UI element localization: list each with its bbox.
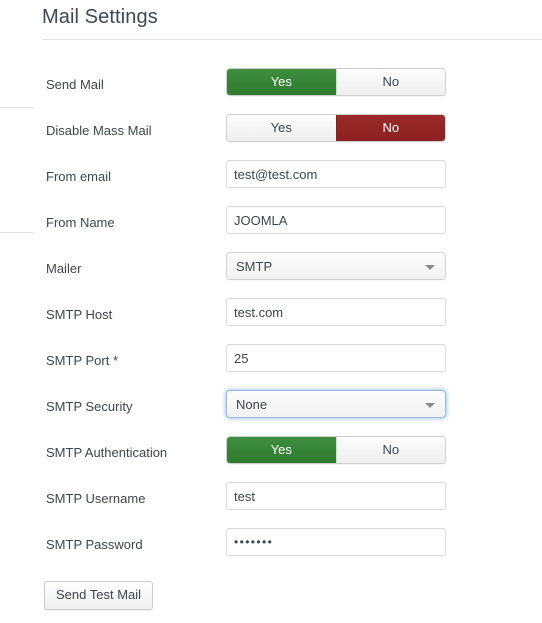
form-row-smtp-password: SMTP Password <box>0 522 542 568</box>
form-row-mailer: Mailer SMTP <box>0 246 542 292</box>
title-divider <box>42 39 542 40</box>
input-smtp-username[interactable] <box>226 482 446 510</box>
form-row-smtp-host: SMTP Host <box>0 292 542 338</box>
send-test-mail-button[interactable]: Send Test Mail <box>44 581 154 610</box>
select-mailer[interactable]: SMTP <box>226 252 446 280</box>
toggle-yes-smtp-authentication[interactable]: Yes <box>227 437 336 463</box>
label-from-email: From email <box>46 169 112 184</box>
label-smtp-host: SMTP Host <box>46 307 113 322</box>
chevron-down-icon <box>425 265 435 270</box>
form-row-disable-mass-mail: Disable Mass Mail Yes No <box>0 108 542 154</box>
control-smtp-host <box>226 298 446 326</box>
control-smtp-port <box>226 344 446 372</box>
label-disable-mass-mail: Disable Mass Mail <box>46 123 152 138</box>
input-smtp-port[interactable] <box>226 344 446 372</box>
control-smtp-password <box>226 528 446 556</box>
mail-settings-page: Mail Settings Send Mail Yes No Disable Mass… <box>0 0 542 623</box>
mail-settings-form: Send Mail Yes No Disable Mass Mail Yes No From… <box>0 62 542 568</box>
label-smtp-password: SMTP Password <box>46 537 143 552</box>
form-row-smtp-authentication: SMTP Authentication Yes No <box>0 430 542 476</box>
chevron-down-icon <box>425 403 435 408</box>
label-smtp-security: SMTP Security <box>46 399 133 414</box>
select-smtp-security[interactable]: None <box>226 390 446 418</box>
label-mailer: Mailer <box>46 261 82 276</box>
form-row-send-mail: Send Mail Yes No <box>0 62 542 108</box>
label-smtp-port: SMTP Port * <box>46 353 119 368</box>
control-mailer: SMTP <box>226 252 446 280</box>
select-value-smtp-security: None <box>236 397 268 412</box>
toggle-no-smtp-authentication[interactable]: No <box>335 437 445 463</box>
label-send-mail: Send Mail <box>46 77 104 92</box>
label-from-name: From Name <box>46 215 115 230</box>
input-from-name[interactable] <box>226 206 446 234</box>
toggle-disable-mass-mail[interactable]: Yes No <box>226 114 446 142</box>
label-smtp-authentication: SMTP Authentication <box>46 445 168 460</box>
form-row-smtp-username: SMTP Username <box>0 476 542 522</box>
toggle-yes-send-mail[interactable]: Yes <box>227 69 336 95</box>
toggle-smtp-authentication[interactable]: Yes No <box>226 436 446 464</box>
input-smtp-password[interactable] <box>226 528 446 556</box>
control-disable-mass-mail: Yes No <box>226 114 446 142</box>
control-from-email <box>226 160 446 188</box>
form-row-from-email: From email <box>0 154 542 200</box>
input-smtp-host[interactable] <box>226 298 446 326</box>
control-smtp-security: None <box>226 390 446 418</box>
form-row-smtp-port: SMTP Port * <box>0 338 542 384</box>
control-smtp-username <box>226 482 446 510</box>
form-footer: Send Test Mail <box>44 581 154 610</box>
form-row-smtp-security: SMTP Security None <box>0 384 542 430</box>
input-from-email[interactable] <box>226 160 446 188</box>
toggle-no-disable-mass-mail[interactable]: No <box>335 115 445 141</box>
form-row-from-name: From Name <box>0 200 542 246</box>
label-smtp-username: SMTP Username <box>46 491 146 506</box>
toggle-no-send-mail[interactable]: No <box>335 69 445 95</box>
toggle-send-mail[interactable]: Yes No <box>226 68 446 96</box>
control-smtp-authentication: Yes No <box>226 436 446 464</box>
control-from-name <box>226 206 446 234</box>
toggle-yes-disable-mass-mail[interactable]: Yes <box>227 115 336 141</box>
page-title: Mail Settings <box>42 6 158 28</box>
control-send-mail: Yes No <box>226 68 446 96</box>
select-value-mailer: SMTP <box>236 259 273 274</box>
